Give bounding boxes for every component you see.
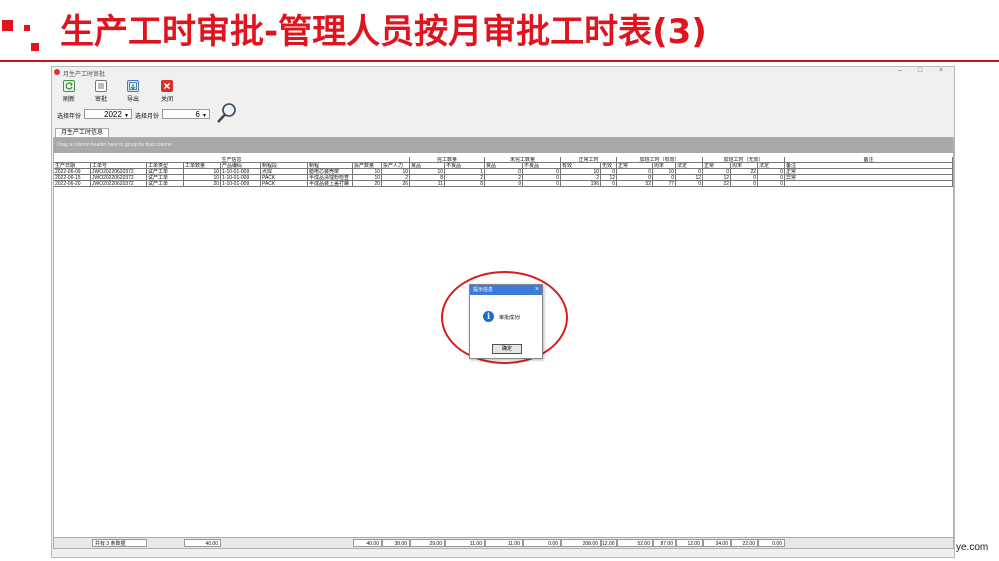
- table-cell: JWO20220620372: [91, 181, 147, 187]
- month-value: 6: [195, 110, 200, 119]
- table-cell: 1-10-01-009: [221, 181, 261, 187]
- table-cell: 0: [523, 181, 561, 187]
- footer-total: 11.00: [445, 539, 485, 547]
- table-cell: 52: [617, 181, 653, 187]
- year-label: 选择年份: [57, 114, 82, 120]
- footer-total: 40.00: [353, 539, 382, 547]
- table-cell: 77: [653, 181, 676, 187]
- approve-button[interactable]: 审批: [86, 80, 116, 103]
- table-cell: 20: [353, 181, 382, 187]
- table-cell: 0: [731, 181, 758, 187]
- table-cell: 8: [445, 181, 485, 187]
- info-icon: i: [483, 311, 494, 322]
- footer-total: 40.00: [184, 539, 221, 547]
- ok-button[interactable]: 确定: [492, 344, 522, 354]
- export-label: 导出: [126, 97, 139, 103]
- table-cell: 20: [184, 181, 221, 187]
- footer-total: 52.00: [617, 539, 653, 547]
- export-icon: [127, 80, 139, 92]
- close-button[interactable]: 关闭: [152, 80, 182, 103]
- table-cell: 26: [382, 181, 410, 187]
- table-cell: 2022-06-20: [54, 181, 91, 187]
- group-by-bar: Drag a column header here to group by th…: [54, 138, 953, 153]
- year-value: 2022: [104, 110, 122, 119]
- window-close-button[interactable]: ×: [931, 67, 951, 74]
- table-cell: 试产工单: [147, 181, 184, 187]
- approve-icon: [95, 80, 107, 92]
- export-button[interactable]: 导出: [118, 80, 148, 103]
- record-count: 共有:3 条数据: [92, 539, 147, 547]
- dialog-title: 提示信息: [470, 285, 542, 295]
- table-cell: [785, 181, 953, 187]
- table-cell: 0: [676, 181, 703, 187]
- refresh-icon: [63, 80, 75, 92]
- dialog-title-text: 提示信息: [473, 287, 494, 293]
- message-dialog: 提示信息 × i 审批成功! 确定: [469, 284, 543, 359]
- window-titlebar: 月生产工时审批 – □ ×: [52, 67, 954, 78]
- footer-total: 12.00: [601, 539, 617, 547]
- table-cell: 11: [410, 181, 445, 187]
- table-cell: 半成品装上盖打螺: [308, 181, 353, 187]
- footer-total: 208.00: [561, 539, 601, 547]
- minimize-button[interactable]: –: [890, 67, 910, 74]
- magnifier-icon: [217, 103, 236, 123]
- footer-total: 87.00: [653, 539, 676, 547]
- title-divider: [0, 60, 999, 62]
- decor-square: [2, 20, 13, 31]
- table-cell: 22: [703, 181, 731, 187]
- footer-total: 11.00: [485, 539, 523, 547]
- footer-total: 34.00: [703, 539, 731, 547]
- slide-title: 生产工时审批-管理人员按月审批工时表(3): [60, 12, 707, 52]
- maximize-button[interactable]: □: [910, 67, 930, 74]
- refresh-button[interactable]: 刷新: [54, 80, 84, 103]
- footer-total: 38.00: [382, 539, 410, 547]
- window-title: 月生产工时审批: [63, 72, 106, 78]
- close-icon: [161, 80, 173, 92]
- dialog-close-icon[interactable]: ×: [535, 285, 539, 295]
- table-cell: PACK: [261, 181, 308, 187]
- year-select[interactable]: 2022 ▼: [84, 109, 132, 119]
- watermark: ye.com: [956, 542, 989, 553]
- refresh-label: 刷新: [62, 97, 75, 103]
- footer-total: 0.00: [523, 539, 561, 547]
- search-button[interactable]: [215, 101, 239, 125]
- footer-total: 22.00: [731, 539, 758, 547]
- table-cell: 0: [758, 181, 785, 187]
- footer-total: 29.00: [410, 539, 445, 547]
- decor-square: [24, 25, 30, 31]
- footer-total: 0.00: [758, 539, 785, 547]
- table-cell: 9: [485, 181, 523, 187]
- chevron-down-icon: ▼: [202, 113, 207, 119]
- table-cell: 0: [601, 181, 617, 187]
- approve-label: 审批: [94, 97, 107, 103]
- dialog-message: 审批成功!: [499, 315, 521, 321]
- app-icon: [54, 69, 60, 75]
- close-label: 关闭: [160, 97, 173, 103]
- grid-footer: 共有:3 条数据 40.00 40.00 38.00 29.00 11.00 11.00 0…: [54, 537, 953, 548]
- table-cell: 196: [561, 181, 601, 187]
- footer-total: 12.00: [676, 539, 703, 547]
- month-label: 选择月份: [135, 114, 160, 120]
- month-select[interactable]: 6 ▼: [162, 109, 210, 119]
- decor-square: [31, 43, 39, 51]
- chevron-down-icon: ▼: [124, 113, 129, 119]
